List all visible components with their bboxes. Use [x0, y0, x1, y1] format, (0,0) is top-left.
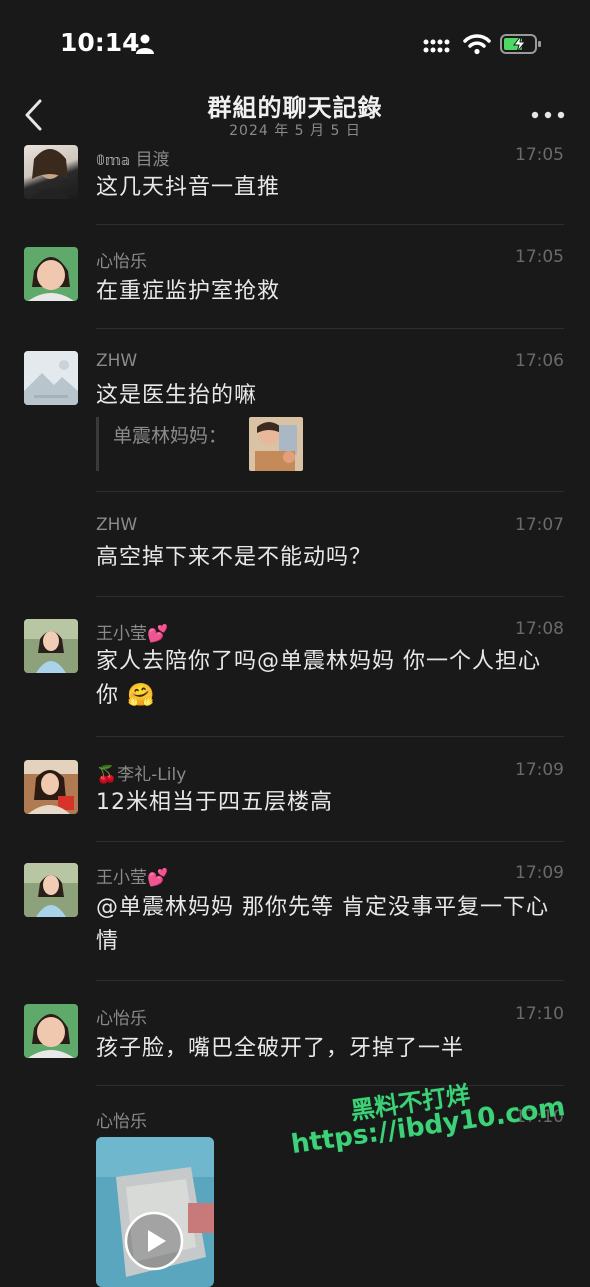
message-time: 17:10: [515, 1004, 564, 1024]
divider: [96, 980, 564, 981]
wifi-icon: [463, 34, 491, 55]
message-text[interactable]: 在重症监护室抢救: [96, 275, 560, 309]
message-item[interactable]: 王小莹💕 17:09 @单震林妈妈 那你先等 肯定没事平复一下心情: [0, 863, 590, 981]
page-subtitle: 2024 年 5 月 5 日: [229, 123, 361, 139]
message-time: 17:08: [515, 619, 564, 639]
message-item[interactable]: 心怡乐 17:10 孩子脸，嘴巴全破开了，牙掉了一半: [0, 1004, 590, 1086]
sender-name: 🍒李礼-Lily: [96, 765, 187, 785]
message-text[interactable]: 孩子脸，嘴巴全破开了，牙掉了一半: [96, 1032, 560, 1066]
message-text[interactable]: 这是医生抬的嘛: [96, 379, 560, 413]
more-dots-icon[interactable]: [530, 110, 566, 120]
sender-name: 心怡乐: [96, 1112, 147, 1132]
status-bar: 10:14: [0, 0, 590, 88]
divider: [96, 328, 564, 329]
avatar-photo: [24, 863, 78, 917]
message-time: 17:05: [515, 247, 564, 267]
message-text[interactable]: 高空掉下来不是不能动吗？: [96, 541, 560, 575]
avatar-photo: [32, 149, 70, 199]
divider: [96, 736, 564, 737]
avatar[interactable]: [24, 145, 78, 199]
divider: [96, 1085, 564, 1086]
avatar[interactable]: [24, 351, 78, 405]
sender-name: 王小莹💕: [96, 624, 169, 644]
message-time: 17:05: [515, 145, 564, 165]
quoted-message[interactable]: 单震林妈妈：: [96, 417, 303, 471]
message-text[interactable]: 家人去陪你了吗@单震林妈妈 你一个人担心你 🤗: [96, 645, 560, 713]
sender-name: 心怡乐: [96, 1009, 147, 1029]
video-thumbnail[interactable]: [96, 1137, 214, 1287]
message-text[interactable]: 12米相当于四五层楼高: [96, 786, 560, 820]
avatar-photo: [24, 619, 78, 673]
avatar[interactable]: [24, 247, 78, 301]
page-title: 群組的聊天記錄: [207, 94, 383, 122]
quote-sender: 单震林妈妈：: [113, 425, 228, 447]
message-item[interactable]: 🍒李礼-Lily 17:09 12米相当于四五层楼高: [0, 760, 590, 842]
quote-image-thumbnail[interactable]: [249, 417, 303, 471]
play-icon[interactable]: [124, 1211, 184, 1271]
avatar[interactable]: [24, 619, 78, 673]
divider: [96, 224, 564, 225]
avatar-photo: [24, 760, 78, 814]
cellular-signal-icon: [423, 39, 450, 53]
avatar[interactable]: [24, 760, 78, 814]
sender-name: ZHW: [96, 351, 138, 371]
message-item[interactable]: 心怡乐 17:10: [0, 1107, 590, 1280]
avatar[interactable]: [24, 1004, 78, 1058]
message-time: 17:06: [515, 351, 564, 371]
message-time: 17:07: [515, 515, 564, 535]
sender-name: ZHW: [96, 515, 138, 535]
message-time: 17:10: [515, 1107, 564, 1127]
avatar[interactable]: [24, 863, 78, 917]
message-item[interactable]: ZHW 17:06 这是医生抬的嘛 单震林妈妈：: [0, 351, 590, 492]
avatar-photo: [24, 247, 78, 301]
quote-image: [249, 417, 303, 471]
divider: [96, 596, 564, 597]
message-item[interactable]: 𝟘𝕞𝕒 目渡 17:05 这几天抖音一直推: [0, 145, 590, 225]
nav-bar: 群組的聊天記錄 2024 年 5 月 5 日: [0, 88, 590, 148]
divider: [96, 841, 564, 842]
name-prefix: 𝟘𝕞𝕒: [96, 153, 131, 169]
person-icon: [136, 34, 154, 54]
battery-charging-icon: [500, 34, 541, 54]
sender-name: 王小莹💕: [96, 868, 169, 888]
message-item[interactable]: ZHW 17:07 高空掉下来不是不能动吗？: [0, 515, 590, 597]
sender-name: 𝟘𝕞𝕒 目渡: [96, 145, 170, 170]
message-item[interactable]: 心怡乐 17:05 在重症监护室抢救: [0, 247, 590, 329]
message-time: 17:09: [515, 760, 564, 780]
avatar-photo: [24, 351, 78, 405]
message-time: 17:09: [515, 863, 564, 883]
status-time: 10:14: [60, 28, 140, 57]
message-item[interactable]: 王小莹💕 17:08 家人去陪你了吗@单震林妈妈 你一个人担心你 🤗: [0, 619, 590, 737]
message-text[interactable]: @单震林妈妈 那你先等 肯定没事平复一下心情: [96, 891, 560, 959]
divider: [96, 491, 564, 492]
name-text: 目渡: [135, 150, 170, 170]
sender-name: 心怡乐: [96, 252, 147, 272]
avatar-photo: [24, 1004, 78, 1058]
message-text[interactable]: 这几天抖音一直推: [96, 171, 560, 205]
